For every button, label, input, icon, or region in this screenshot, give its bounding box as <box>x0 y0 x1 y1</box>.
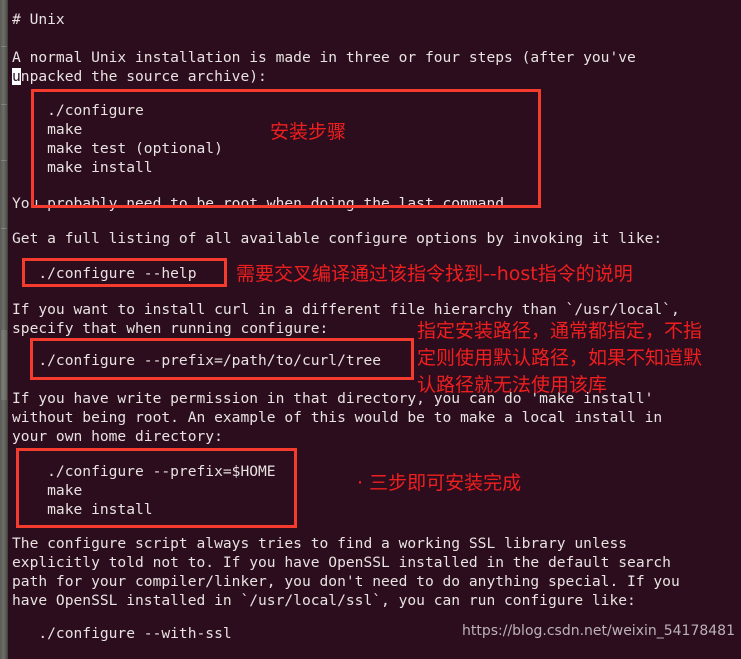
terminal-line: make <box>12 482 83 499</box>
install-steps-note: 安装步骤 <box>270 121 347 143</box>
terminal-line: ./configure <box>12 102 144 119</box>
prefix-path-note-line2: 定则使用默认路径，如果不知道默 <box>417 347 703 369</box>
terminal-line: If you want to install curl in a differe… <box>12 301 680 318</box>
desktop-background-strip <box>0 0 8 659</box>
terminal-line: make install <box>12 159 153 176</box>
terminal-line: make install <box>12 501 153 518</box>
terminal-cursor: u <box>12 68 21 85</box>
terminal-line: A normal Unix installation is made in th… <box>12 49 636 66</box>
terminal-line: specify that when running configure: <box>12 320 329 337</box>
screenshot-root: # Unix A normal Unix installation is made… <box>0 0 741 659</box>
terminal-line: ./configure --prefix=/path/to/curl/tree <box>12 352 382 369</box>
terminal-line: Get a full listing of all available conf… <box>12 230 663 247</box>
terminal-line: explicitly told not to. If you have Open… <box>12 554 671 571</box>
terminal-line-text: npacked the source archive): <box>20 68 267 85</box>
terminal-line: path for your compiler/linker, you don't… <box>12 573 680 590</box>
terminal-line: The configure script always tries to fin… <box>12 535 628 552</box>
terminal-line: make <box>12 121 83 138</box>
terminal-line: ./configure --help <box>12 265 197 282</box>
terminal-line: ./configure --with-ssl <box>12 625 232 642</box>
terminal-line: your own home directory: <box>12 428 223 445</box>
terminal-window[interactable]: # Unix A normal Unix installation is made… <box>8 0 741 659</box>
terminal-line: unpacked the source archive): <box>12 67 267 86</box>
prefix-path-note-line1: 指定安装路径，通常都指定，不指 <box>417 320 703 342</box>
terminal-line: make test (optional) <box>12 140 223 157</box>
terminal-line: You probably need to be root when doing … <box>12 195 513 212</box>
terminal-line: # Unix <box>12 11 65 28</box>
terminal-line: without being root. An example of this w… <box>12 409 663 426</box>
terminal-line: have OpenSSL installed in `/usr/local/ss… <box>12 592 636 609</box>
cross-compile-note: 需要交叉编译通过该指令找到--host指令的说明 <box>236 263 633 285</box>
prefix-path-note-line3: 认路径就无法使用该库 <box>417 374 608 396</box>
terminal-line: ./configure --prefix=$HOME <box>12 463 276 480</box>
three-steps-note: · 三步即可安装完成 <box>357 472 522 494</box>
watermark-url: https://blog.csdn.net/weixin_54178481 <box>461 623 735 639</box>
